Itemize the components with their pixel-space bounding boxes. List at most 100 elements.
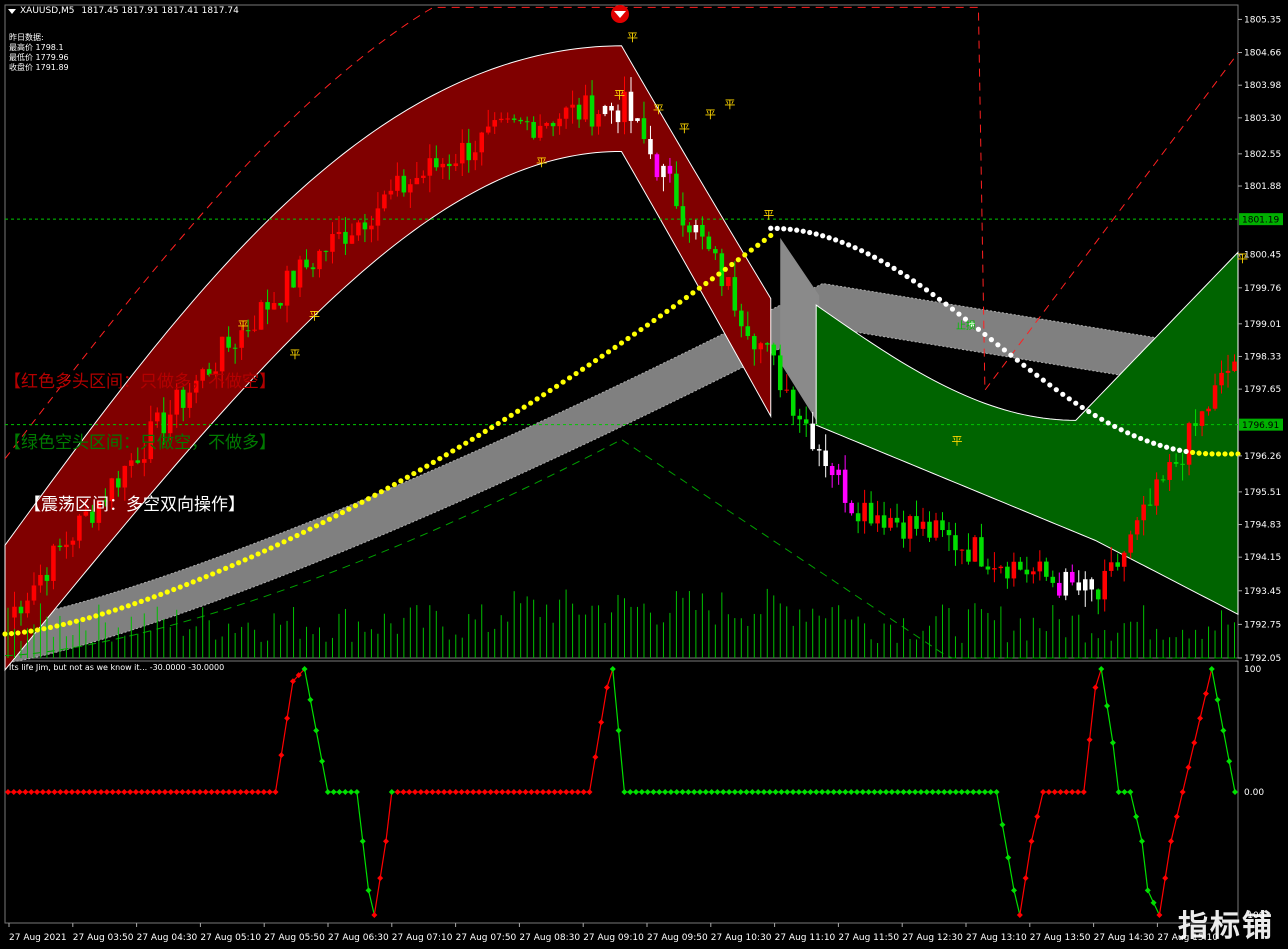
osc-point — [830, 789, 837, 795]
yellow-dot — [722, 266, 728, 272]
osc-tick-label: 0.00 — [1244, 788, 1264, 798]
white-dot — [1040, 377, 1046, 383]
candle-body — [700, 225, 705, 237]
osc-point — [336, 789, 343, 795]
white-dot — [1138, 435, 1144, 442]
osc-point — [1144, 887, 1151, 894]
osc-point — [266, 789, 273, 795]
yellow-dot — [34, 627, 41, 633]
white-dot — [1131, 433, 1137, 439]
yellow-dot — [515, 408, 521, 414]
osc-point — [348, 789, 355, 795]
time-tick-label: 27 Aug 08:30 — [519, 933, 580, 943]
yellow-dot — [138, 598, 144, 604]
osc-point — [353, 789, 360, 795]
osc-point — [382, 838, 389, 845]
yellow-dot — [605, 349, 612, 355]
time-tick-label: 27 Aug 14:30 — [1094, 933, 1155, 943]
candle-body — [1115, 562, 1120, 567]
osc-point — [987, 789, 994, 795]
candle-body — [635, 118, 640, 121]
osc-point — [1057, 789, 1064, 795]
white-dot — [1170, 446, 1176, 452]
yellow-dot — [761, 237, 767, 243]
white-dot — [917, 282, 923, 288]
white-dot — [1118, 427, 1124, 433]
white-dot — [995, 342, 1001, 348]
osc-point — [859, 789, 866, 795]
chart-menu-icon[interactable] — [8, 9, 16, 14]
candle-body — [933, 520, 939, 538]
candle-body — [875, 515, 880, 524]
yellow-dot — [489, 424, 495, 431]
yellow-dot — [307, 526, 313, 532]
candle-body — [284, 270, 290, 306]
osc-point — [981, 789, 988, 795]
yellow-dot — [21, 629, 28, 635]
yellow-dot — [106, 609, 112, 615]
osc-point — [98, 789, 105, 795]
white-dot — [1027, 367, 1033, 373]
white-dot — [884, 261, 891, 268]
white-dot — [781, 226, 787, 232]
osc-point — [1040, 789, 1047, 795]
osc-point — [749, 789, 756, 795]
osc-point — [836, 789, 843, 795]
candle-body — [972, 537, 978, 562]
yellow-dot — [203, 574, 209, 580]
osc-point — [150, 789, 157, 795]
candle-body — [518, 119, 523, 122]
candle-body — [680, 206, 686, 226]
candle-body — [531, 121, 536, 138]
yellow-dot — [274, 542, 281, 548]
range-zone-label: 【震荡区间：多空双向操作】 — [24, 495, 245, 515]
white-dot — [1196, 450, 1202, 456]
white-dot — [1066, 396, 1072, 402]
candle-body — [1180, 463, 1185, 465]
osc-line — [385, 791, 393, 842]
price-tick-label: 1805.35 — [1244, 15, 1281, 25]
candle-body — [408, 184, 413, 193]
candle-body — [232, 347, 238, 349]
candle-body — [330, 234, 335, 252]
yellow-dot — [177, 584, 183, 590]
yellow-dot — [223, 565, 229, 571]
osc-point — [80, 789, 87, 795]
ohlc-label: 1817.45 1817.91 1817.41 1817.74 — [81, 6, 239, 16]
price-tick-label: 1799.76 — [1244, 284, 1281, 294]
candle-body — [258, 302, 264, 330]
osc-point — [824, 789, 831, 795]
exit-marker: 平 — [951, 434, 962, 447]
osc-point — [39, 789, 46, 795]
osc-line — [1205, 668, 1213, 694]
osc-point — [993, 789, 1000, 795]
candle-body — [459, 142, 465, 164]
candle-body — [959, 549, 965, 551]
osc-point — [906, 789, 913, 795]
candle-body — [771, 344, 777, 356]
osc-point — [871, 789, 878, 795]
osc-point — [63, 789, 70, 795]
yellow-dot — [145, 596, 151, 602]
osc-point — [917, 789, 924, 795]
yellow-dot — [268, 545, 274, 551]
yellow-dot — [573, 370, 579, 377]
osc-point — [272, 789, 279, 795]
osc-point — [400, 789, 407, 795]
candle-body — [823, 450, 828, 467]
osc-point — [1069, 789, 1076, 795]
osc-point — [284, 715, 291, 722]
candle-body — [1173, 462, 1179, 464]
time-tick-label: 27 Aug 05:10 — [200, 933, 261, 943]
osc-point — [1098, 666, 1105, 672]
yellow-dot — [638, 326, 644, 333]
yellow-dot — [437, 455, 443, 462]
yellow-dot — [255, 551, 261, 557]
osc-line — [280, 718, 288, 756]
white-dot — [1086, 408, 1092, 415]
candle-body — [51, 545, 56, 581]
white-dot — [1164, 444, 1170, 450]
candle-body — [1212, 385, 1218, 409]
osc-point — [202, 789, 209, 795]
yellow-dot — [566, 375, 573, 381]
